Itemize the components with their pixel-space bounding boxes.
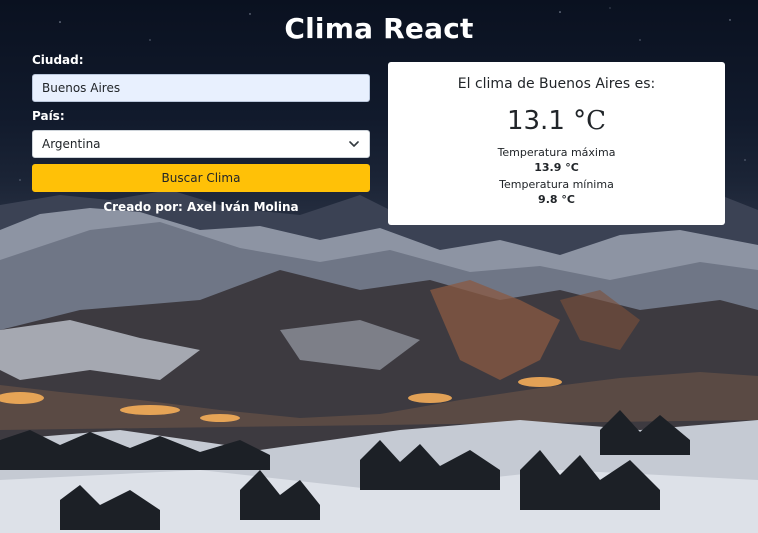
min-temp-label: Temperatura mínima — [499, 178, 614, 191]
max-temp-label: Temperatura máxima — [497, 146, 616, 159]
country-select-value: Argentina — [42, 137, 101, 151]
weather-result-card: El clima de Buenos Aires es: 13.1 °C Tem… — [388, 62, 725, 225]
search-form: Ciudad: Buenos Aires País: Argentina Bus… — [32, 52, 370, 214]
city-label: Ciudad: — [32, 53, 84, 67]
current-temperature-value: 13.1 — [506, 106, 565, 136]
country-select[interactable]: Argentina — [32, 130, 370, 158]
author-credit: Creado por: Axel Iván Molina — [103, 200, 299, 214]
search-weather-button[interactable]: Buscar Clima — [32, 164, 370, 192]
weather-heading: El clima de Buenos Aires es: — [457, 76, 656, 92]
max-temp-value: 13.9 °C — [534, 161, 579, 174]
app-title: Clima React — [284, 12, 474, 45]
chevron-down-icon — [349, 141, 359, 147]
country-label: País: — [32, 109, 65, 123]
current-temperature: 13.1 °C — [388, 106, 725, 136]
city-input[interactable]: Buenos Aires — [32, 74, 370, 102]
temperature-unit: °C — [573, 106, 607, 136]
min-temp-value: 9.8 °C — [538, 193, 575, 206]
